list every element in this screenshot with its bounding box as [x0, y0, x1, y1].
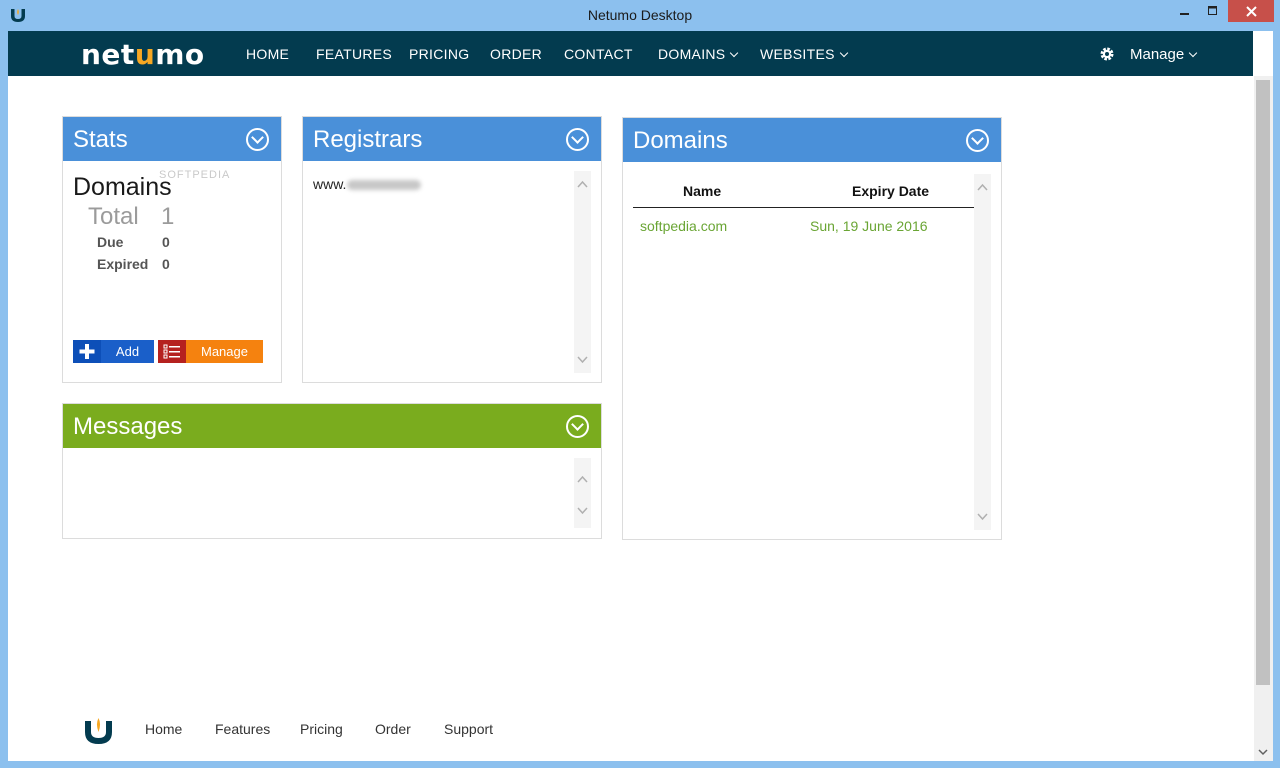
nav-pricing[interactable]: PRICING: [409, 46, 469, 62]
manage-button-label: Manage: [201, 344, 248, 359]
registrars-panel-title: Registrars: [313, 126, 423, 153]
scroll-up-arrow-icon[interactable]: [977, 182, 988, 193]
window-title: Netumo Desktop: [587, 7, 693, 23]
stats-panel: Stats Domains SOFTPEDIA Total 1 Due 0 Ex…: [62, 116, 282, 383]
scroll-up-arrow-icon[interactable]: [577, 474, 588, 485]
nav-websites-dropdown[interactable]: WEBSITES: [760, 46, 848, 62]
expired-label: Expired: [97, 256, 149, 272]
due-label: Due: [97, 234, 124, 250]
manage-button[interactable]: Manage: [158, 340, 263, 363]
domains-panel: Domains Name Expiry Date softpedia.com S…: [622, 117, 1002, 540]
plus-icon: [73, 340, 101, 363]
close-icon: [1245, 5, 1257, 17]
chevron-down-icon: [1188, 48, 1198, 58]
scroll-down-arrow-icon[interactable]: [1258, 747, 1268, 757]
chevron-down-icon: [839, 48, 848, 58]
close-button[interactable]: [1228, 0, 1274, 22]
manage-menu-label: Manage: [1130, 46, 1185, 63]
registrars-panel: Registrars www.: [302, 116, 602, 383]
netumo-footer-logo-icon[interactable]: [83, 715, 114, 746]
domains-panel-header[interactable]: Domains: [623, 118, 1001, 162]
registrar-url-prefix: www.: [313, 176, 347, 192]
stats-heading: Domains: [73, 173, 172, 201]
logo-text-start: net: [81, 38, 135, 71]
total-value: 1: [161, 203, 175, 230]
scroll-down-arrow-icon[interactable]: [577, 354, 588, 365]
nav-domains-dropdown[interactable]: DOMAINS: [658, 46, 739, 62]
messages-panel-header[interactable]: Messages: [63, 404, 601, 448]
messages-panel-title: Messages: [73, 413, 183, 440]
total-label: Total: [88, 203, 139, 230]
collapse-toggle-icon[interactable]: [566, 415, 589, 438]
logo-text-end: mo: [155, 38, 205, 71]
column-header-name[interactable]: Name: [683, 183, 721, 199]
minimize-button[interactable]: [1172, 0, 1198, 22]
chevron-down-icon: [730, 48, 739, 58]
nav-features[interactable]: FEATURES: [316, 46, 392, 62]
expired-value: 0: [162, 256, 170, 272]
blurred-domain: [347, 180, 422, 191]
app-window: Netumo Desktop netumo HOME FEATURES PRIC…: [0, 0, 1280, 768]
nav-order[interactable]: ORDER: [490, 46, 542, 62]
nav-domains-label: DOMAINS: [658, 46, 726, 62]
main-vertical-scrollbar[interactable]: [1254, 76, 1273, 761]
netumo-logo[interactable]: netumo: [81, 38, 205, 71]
due-value: 0: [162, 234, 170, 250]
registrar-list-item[interactable]: www.: [313, 176, 422, 192]
title-bar[interactable]: Netumo Desktop: [0, 0, 1280, 31]
client-area: netumo HOME FEATURES PRICING ORDER CONTA…: [8, 31, 1273, 761]
add-button[interactable]: Add: [73, 340, 154, 363]
messages-scrollbar[interactable]: [574, 458, 591, 528]
nav-contact[interactable]: CONTACT: [564, 46, 633, 62]
stats-panel-header[interactable]: Stats: [63, 117, 281, 161]
domain-expiry-cell: Sun, 19 June 2016: [810, 218, 928, 234]
scroll-down-arrow-icon[interactable]: [977, 511, 988, 522]
add-button-label: Add: [115, 344, 140, 359]
footer-link-order[interactable]: Order: [375, 721, 411, 737]
maximize-icon: [1208, 6, 1217, 15]
domains-scrollbar[interactable]: [974, 174, 991, 530]
scroll-up-arrow-icon[interactable]: [577, 179, 588, 190]
registrars-panel-header[interactable]: Registrars: [303, 117, 601, 161]
collapse-toggle-icon[interactable]: [246, 128, 269, 151]
collapse-toggle-icon[interactable]: [566, 128, 589, 151]
stats-panel-title: Stats: [73, 126, 128, 153]
maximize-button[interactable]: [1200, 0, 1226, 22]
domains-panel-title: Domains: [633, 127, 728, 154]
list-icon: [158, 340, 186, 363]
gear-icon[interactable]: [1099, 46, 1115, 62]
scroll-down-arrow-icon[interactable]: [577, 505, 588, 516]
collapse-toggle-icon[interactable]: [966, 129, 989, 152]
footer-link-support[interactable]: Support: [444, 721, 493, 737]
logo-text-u: u: [134, 38, 156, 71]
nav-home[interactable]: HOME: [246, 46, 289, 62]
footer-link-pricing[interactable]: Pricing: [300, 721, 343, 737]
minimize-icon: [1180, 13, 1189, 15]
scrollbar-thumb[interactable]: [1256, 80, 1270, 685]
footer-link-home[interactable]: Home: [145, 721, 182, 737]
table-header-divider: [633, 207, 974, 208]
top-navbar: netumo HOME FEATURES PRICING ORDER CONTA…: [8, 31, 1253, 76]
softpedia-watermark: SOFTPEDIA: [159, 169, 231, 181]
manage-menu[interactable]: Manage: [1130, 46, 1198, 63]
footer-link-features[interactable]: Features: [215, 721, 270, 737]
messages-panel: Messages: [62, 403, 602, 539]
registrars-scrollbar[interactable]: [574, 171, 591, 373]
nav-websites-label: WEBSITES: [760, 46, 835, 62]
domain-name-cell[interactable]: softpedia.com: [640, 218, 727, 234]
column-header-expiry[interactable]: Expiry Date: [852, 183, 929, 199]
